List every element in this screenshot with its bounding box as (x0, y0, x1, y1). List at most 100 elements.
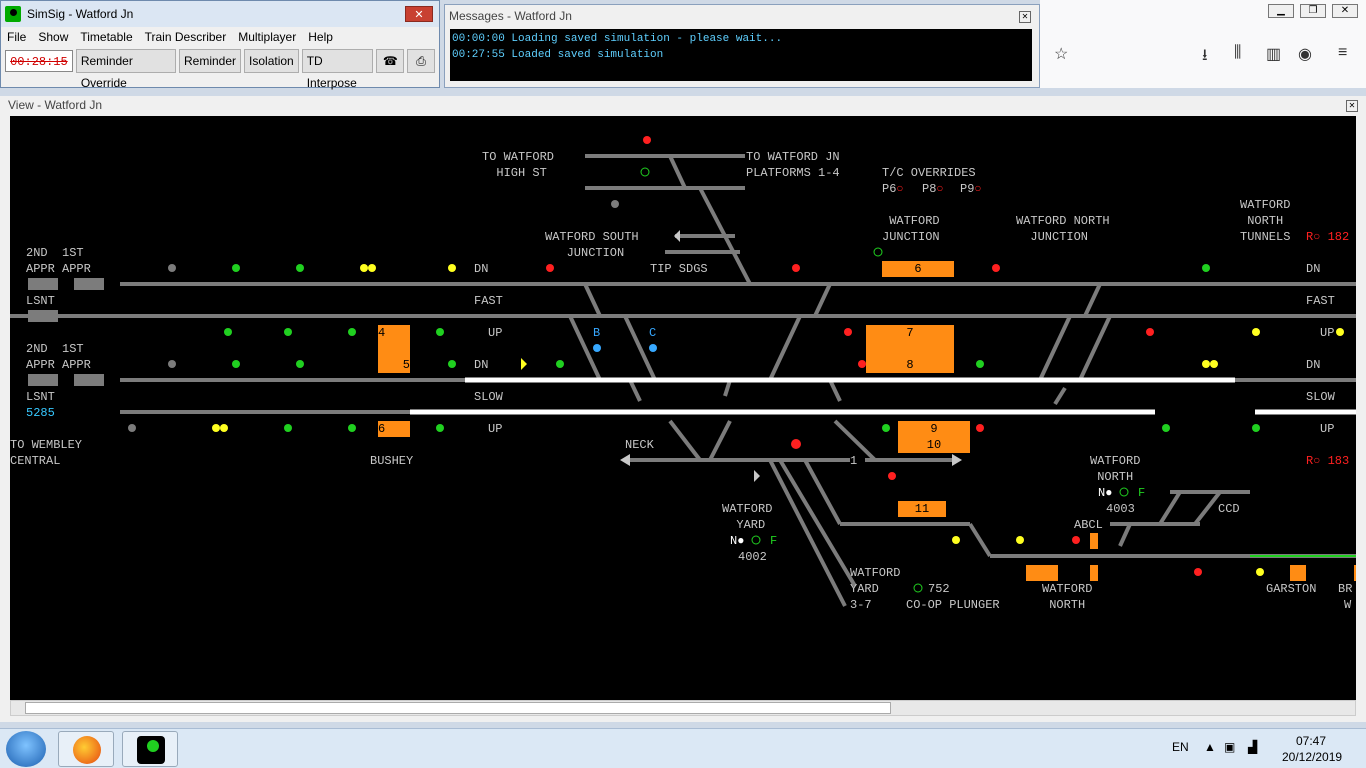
browser-background: ▁ ❐ ✕ ☆ ⭳ ⫼ ▥ ◉ ≡ (1040, 0, 1366, 88)
label-n-north[interactable]: N● (1098, 485, 1112, 501)
label-dn-right-fast: DN (1306, 262, 1321, 276)
menu-file[interactable]: File (1, 30, 32, 44)
taskbar-firefox[interactable] (58, 731, 114, 767)
main-close-button[interactable]: ✕ (405, 6, 433, 22)
network-icon[interactable]: ▟ (1248, 740, 1257, 754)
label-r-183: R○ 183 (1306, 454, 1350, 468)
label-dn-slow: DN (474, 358, 489, 372)
firefox-icon (73, 736, 101, 764)
message-line: 00:27:55 Loaded saved simulation (452, 49, 664, 61)
menu-multiplayer[interactable]: Multiplayer (232, 30, 302, 44)
label-fast-right: FAST (1306, 294, 1335, 308)
menu-train-describer[interactable]: Train Describer (139, 30, 233, 44)
berth-6-bushey[interactable]: 6 (378, 421, 410, 437)
minimize-button[interactable]: ▁ (1268, 4, 1294, 18)
menu-icon[interactable]: ≡ (1338, 44, 1347, 62)
tc-override-p6[interactable]: P6○ (882, 181, 904, 197)
berth-6[interactable]: 6 (882, 261, 954, 277)
language-indicator[interactable]: EN (1172, 740, 1189, 754)
main-window-title: SimSig - Watford Jn (27, 7, 134, 21)
train-description-5285[interactable]: 5285 (26, 405, 55, 421)
p6-label: P6 (882, 182, 897, 196)
start-button[interactable] (6, 731, 46, 767)
label-lsnt-top: LSNT (26, 294, 55, 308)
menu-show[interactable]: Show (32, 30, 74, 44)
tc-override-p9[interactable]: P9○ (960, 181, 982, 197)
label-co-op-plunger: CO-OP PLUNGER (906, 598, 1000, 612)
isolation-button[interactable]: Isolation (244, 49, 299, 73)
label-bushey: BUSHEY (370, 454, 414, 468)
berth-8-text: 8 (906, 358, 914, 372)
library-icon[interactable]: ⫼ (1234, 44, 1241, 62)
message-line: 00:00:00 Loading saved simulation - plea… (452, 33, 783, 45)
reminder-override-button[interactable]: Reminder Override (75, 49, 176, 90)
berth-edge[interactable] (1354, 565, 1356, 581)
simsig-taskbar-icon (137, 736, 165, 764)
label-c: C (649, 326, 657, 340)
tray-expand-icon[interactable]: ▲ (1204, 740, 1216, 754)
label-ccd: CCD (1218, 502, 1240, 516)
telephone-icon: ☎ (382, 54, 398, 68)
label-n-yard[interactable]: N● (730, 533, 744, 549)
label-up-right-slow: UP (1320, 422, 1335, 436)
berth-11[interactable]: 11 (898, 501, 946, 517)
sidebar-icon[interactable]: ▥ (1266, 44, 1281, 64)
berth-garston[interactable] (1290, 565, 1306, 581)
messages-close-button[interactable]: ✕ (1019, 11, 1031, 23)
telephone-button[interactable]: ☎ (376, 49, 405, 73)
tc-override-p8[interactable]: P8○ (922, 181, 944, 197)
clock-date[interactable]: 20/12/2019 (1282, 750, 1342, 764)
label-dn-right-slow: DN (1306, 358, 1321, 372)
label-garston: GARSTON (1266, 582, 1317, 596)
window-close-button[interactable]: ✕ (1332, 4, 1358, 18)
label-up-fast: UP (488, 326, 503, 340)
view-horizontal-scrollbar[interactable] (10, 700, 1356, 716)
reminder-button[interactable]: Reminder (178, 49, 242, 73)
label-tip-sdgs: TIP SDGS (650, 262, 708, 276)
berth-7-8[interactable]: 7 8 (866, 325, 954, 373)
restore-button[interactable]: ❐ (1300, 4, 1326, 18)
label-watford-north-bottom: WATFORD NORTH (1042, 582, 1093, 612)
clock-time[interactable]: 07:47 (1296, 734, 1326, 748)
label-abcl: ABCL (1074, 518, 1103, 532)
berth-watford-north[interactable] (1026, 565, 1058, 581)
label-watford-yard: WATFORD YARD (722, 502, 773, 532)
td-interpose-button[interactable]: TD Interpose (301, 49, 374, 90)
label-up-right-fast: UP (1320, 326, 1335, 340)
n-yard-text: N● (730, 534, 745, 548)
label-dn-fast: DN (474, 262, 489, 276)
download-icon[interactable]: ⭳ (1202, 44, 1208, 71)
sim-clock[interactable]: 00:28:15 (5, 50, 73, 72)
bookmark-star-icon[interactable]: ☆ (1054, 44, 1068, 64)
messages-window: Messages - Watford Jn ✕ 00:00:00 Loading… (444, 4, 1040, 88)
view-close-button[interactable]: ✕ (1346, 100, 1358, 112)
berth-1-label: 1 (850, 454, 858, 468)
berth-small-north[interactable] (1090, 565, 1098, 581)
label-watford-south-junction: WATFORD SOUTH JUNCTION (545, 230, 639, 260)
label-w: W (1344, 598, 1352, 612)
tray-device-icon[interactable]: ▣ (1224, 740, 1235, 754)
printer-icon: ⎙ (416, 54, 426, 68)
berth-5[interactable]: 5 (378, 357, 410, 373)
label-neck: NECK (625, 438, 654, 452)
track-layout (10, 136, 1356, 607)
print-button[interactable]: ⎙ (407, 49, 435, 73)
label-f-north: F (1138, 486, 1146, 500)
berth-small-abcl[interactable] (1090, 533, 1098, 549)
messages-log: 00:00:00 Loading saved simulation - plea… (450, 29, 1032, 81)
label-watford-north-4003: WATFORD NORTH (1090, 454, 1141, 484)
scrollbar-thumb[interactable] (25, 702, 891, 714)
simsig-app-icon (5, 6, 21, 22)
menu-timetable[interactable]: Timetable (74, 30, 138, 44)
label-to-watford-jn-platforms: TO WATFORD JN PLATFORMS 1-4 (746, 150, 840, 180)
menu-help[interactable]: Help (302, 30, 339, 44)
signalling-diagram[interactable]: TO WATFORD HIGH ST TO WATFORD JN PLATFOR… (10, 116, 1356, 700)
label-to-wembley-central: TO WEMBLEY CENTRAL (10, 438, 83, 468)
berth-9-10[interactable]: 9 10 (898, 421, 970, 453)
label-fast: FAST (474, 294, 503, 308)
label-to-watford-high-st: TO WATFORD HIGH ST (482, 150, 555, 180)
main-titlebar: SimSig - Watford Jn ✕ (1, 1, 439, 27)
account-icon[interactable]: ◉ (1298, 44, 1312, 64)
taskbar-simsig[interactable] (122, 731, 178, 767)
label-r-182: R○ 182 (1306, 230, 1350, 244)
